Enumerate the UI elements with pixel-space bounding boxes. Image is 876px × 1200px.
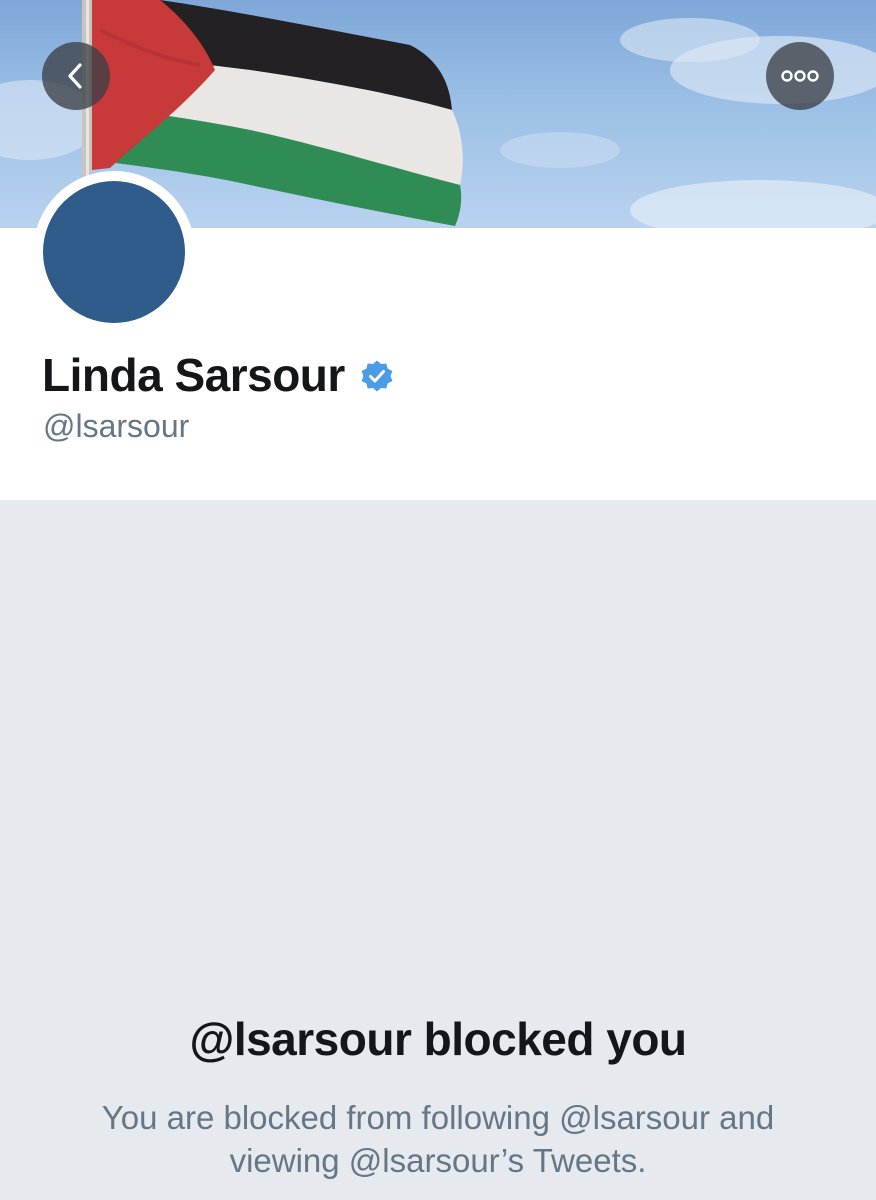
- profile-name-row: Linda Sarsour: [42, 348, 395, 402]
- more-options-button[interactable]: [766, 42, 834, 110]
- blocked-title: @lsarsour blocked you: [189, 1013, 687, 1065]
- avatar-frame[interactable]: [33, 171, 195, 333]
- back-button[interactable]: [42, 42, 110, 110]
- avatar[interactable]: [43, 181, 185, 323]
- blocked-description: You are blocked from following @lsarsour…: [101, 1099, 775, 1179]
- chevron-left-icon: [68, 63, 82, 89]
- more-options-icon: [781, 70, 819, 82]
- verified-badge-icon: [361, 360, 393, 392]
- profile-handle: @lsarsour: [43, 408, 190, 444]
- profile-display-name: Linda Sarsour: [42, 349, 345, 401]
